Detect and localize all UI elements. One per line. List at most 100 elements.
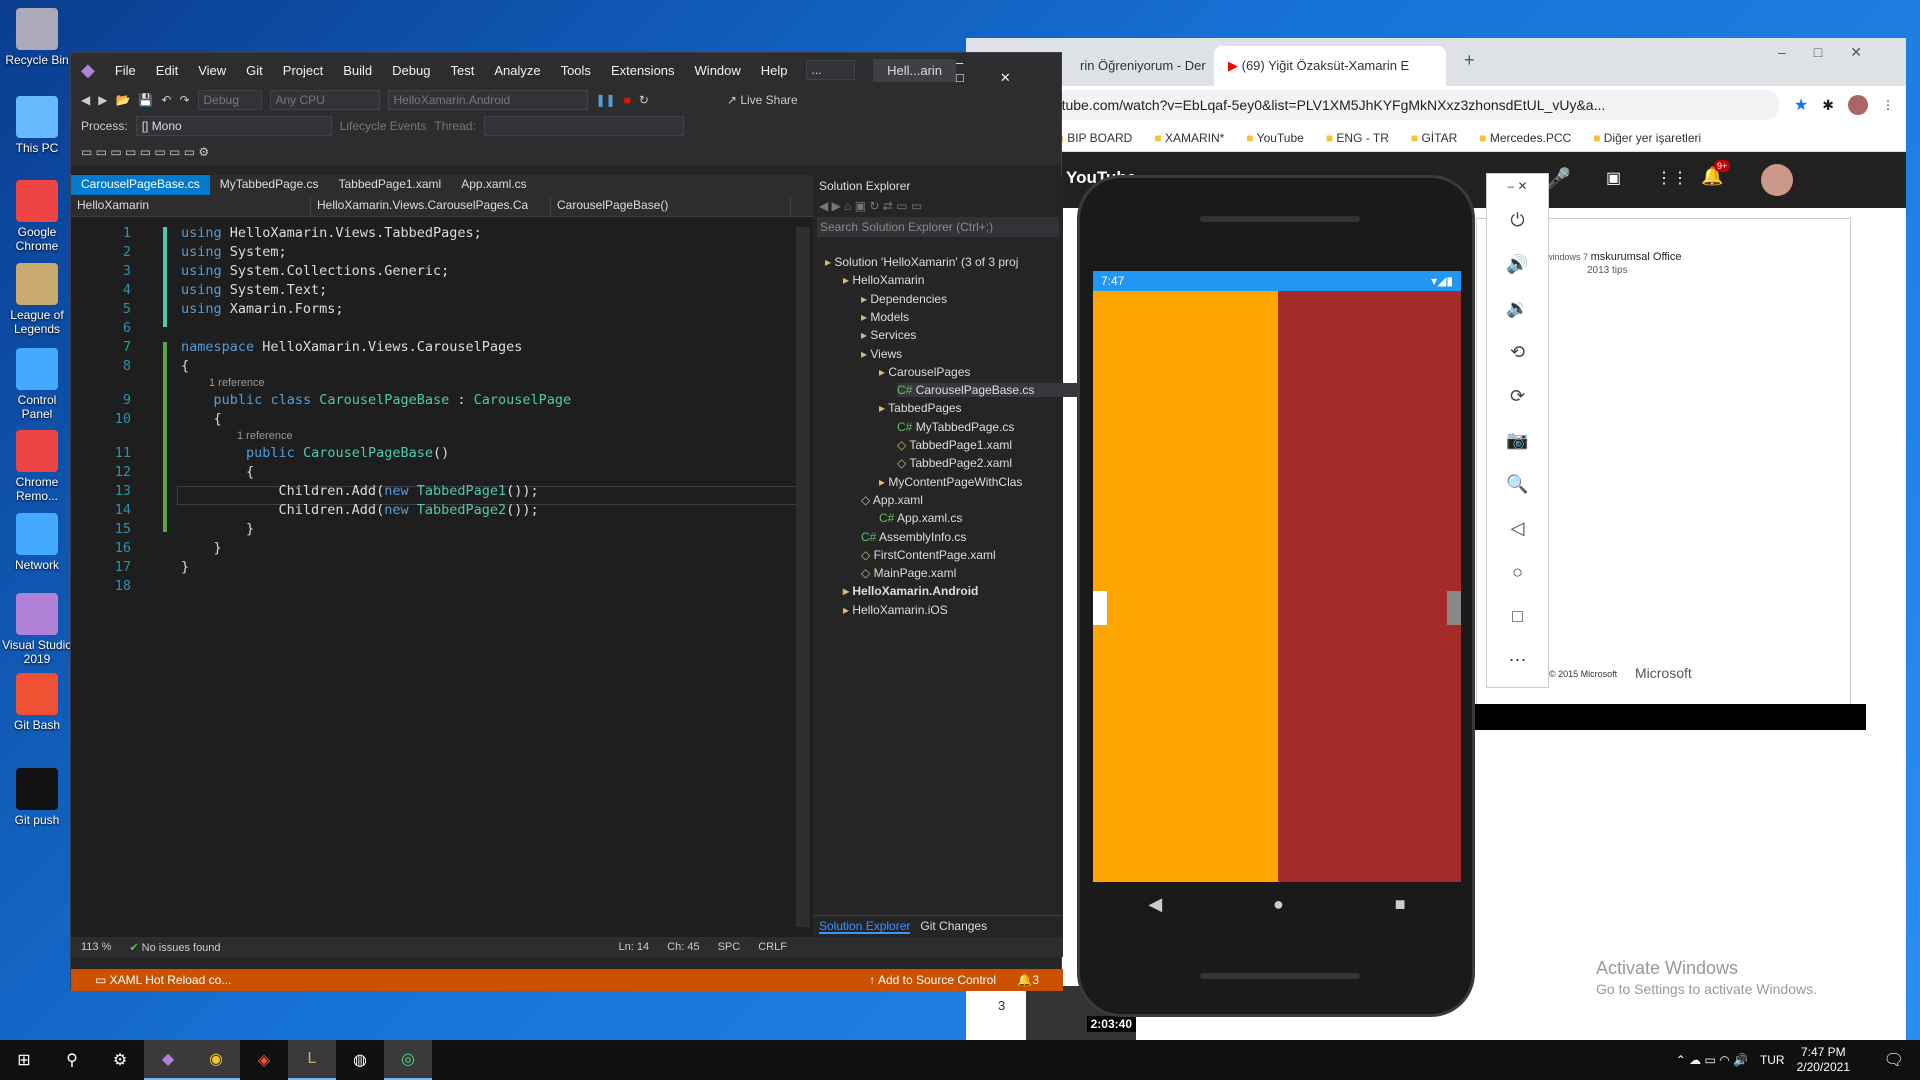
line-endings[interactable]: CRLF: [758, 941, 787, 953]
toolbar-icons[interactable]: ▭ ▭ ▭ ▭ ▭ ▭ ▭ ▭ ⚙: [81, 145, 209, 159]
solution-tree-item[interactable]: ▸ TabbedPages: [879, 401, 962, 415]
yt-avatar[interactable]: [1761, 164, 1793, 196]
bookmark-item[interactable]: XAMARIN*: [1154, 131, 1224, 145]
desktop-icon[interactable]: Recycle Bin: [2, 8, 72, 67]
taskbar-app-git[interactable]: ◈: [240, 1040, 288, 1080]
tab-solution-explorer[interactable]: Solution Explorer: [819, 919, 911, 934]
code-line[interactable]: using Xamarin.Forms;: [181, 301, 344, 317]
code-line[interactable]: public class CarouselPageBase : Carousel…: [181, 392, 572, 408]
code-line[interactable]: Children.Add(new TabbedPage1());: [181, 483, 539, 499]
pause-icon[interactable]: ❚❚: [596, 93, 616, 107]
toolbar-window-controls[interactable]: – ✕: [1487, 174, 1548, 198]
menu-item[interactable]: Edit: [146, 63, 188, 78]
search-button[interactable]: ⚲: [48, 1040, 96, 1080]
home-nav-icon[interactable]: ●: [1273, 894, 1284, 915]
bookmark-item[interactable]: Diğer yer işaretleri: [1593, 131, 1701, 145]
codelens-reference[interactable]: 1 reference: [237, 430, 293, 442]
vs-search-box[interactable]: ...: [805, 60, 856, 80]
config-dropdown[interactable]: Debug: [197, 90, 262, 110]
extensions-icon[interactable]: ✱: [1822, 97, 1834, 114]
codelens-reference[interactable]: 1 reference: [209, 377, 265, 389]
taskbar-app-emulator[interactable]: ◎: [384, 1040, 432, 1080]
notifications-button[interactable]: 🔔3: [1017, 973, 1039, 987]
solution-tree-item[interactable]: ▸ HelloXamarin: [843, 273, 924, 287]
home-icon[interactable]: ○: [1487, 550, 1548, 594]
recents-nav-icon[interactable]: ■: [1395, 894, 1406, 915]
more-icon[interactable]: ⋯: [1487, 638, 1548, 682]
menu-item[interactable]: Help: [751, 63, 798, 78]
solution-tree-item[interactable]: ▸ Services: [861, 328, 916, 342]
member-nav-dropdown[interactable]: CarouselPageBase(): [551, 195, 791, 216]
menu-icon[interactable]: ⋮: [1882, 98, 1894, 112]
camera-icon[interactable]: 📷: [1487, 418, 1548, 462]
solution-tree-item[interactable]: C# MyTabbedPage.cs: [897, 420, 1014, 434]
menu-item[interactable]: Test: [440, 63, 484, 78]
solution-tree-item[interactable]: ▸ HelloXamarin.Android: [843, 584, 978, 598]
taskbar-app-chrome[interactable]: ◉: [192, 1040, 240, 1080]
bookmark-star-icon[interactable]: ★: [1794, 95, 1808, 115]
bookmark-item[interactable]: BIP BOARD: [1057, 131, 1132, 145]
code-line[interactable]: }: [181, 559, 189, 575]
menu-item[interactable]: Project: [273, 63, 333, 78]
menu-item[interactable]: Window: [685, 63, 751, 78]
doc-tab[interactable]: MyTabbedPage.cs: [210, 175, 329, 195]
code-line[interactable]: }: [181, 521, 254, 537]
desktop-icon[interactable]: Chrome Remo...: [2, 430, 72, 503]
code-line[interactable]: using HelloXamarin.Views.TabbedPages;: [181, 225, 482, 241]
carousel-page-red[interactable]: [1278, 291, 1461, 882]
solution-tree-item[interactable]: C# App.xaml.cs: [879, 511, 962, 525]
emulator-screen[interactable]: 7:47 ▾◢▮: [1093, 271, 1461, 882]
menu-item[interactable]: Analyze: [484, 63, 550, 78]
indent-mode[interactable]: SPC: [718, 941, 741, 953]
process-dropdown[interactable]: [] Mono: [135, 116, 332, 136]
solution-tree-item[interactable]: ▸ CarouselPages: [879, 365, 970, 379]
vs-window-controls[interactable]: –□✕: [956, 55, 1061, 86]
lifecycle-events[interactable]: Lifecycle Events: [340, 119, 427, 133]
power-icon[interactable]: ⏻: [1487, 198, 1548, 242]
code-line[interactable]: public CarouselPageBase(): [181, 445, 449, 461]
volume-up-icon[interactable]: 🔊: [1487, 242, 1548, 286]
clock[interactable]: 7:47 PM 2/20/2021: [1797, 1045, 1850, 1075]
live-share-button[interactable]: ↗ Live Share: [727, 93, 798, 107]
menu-item[interactable]: View: [188, 63, 236, 78]
doc-tab[interactable]: App.xaml.cs: [451, 175, 536, 195]
desktop-icon[interactable]: Network: [2, 513, 72, 572]
apps-icon[interactable]: ⋮⋮: [1656, 168, 1688, 188]
startup-project-dropdown[interactable]: HelloXamarin.Android: [387, 90, 588, 110]
doc-tab[interactable]: TabbedPage1.xaml: [328, 175, 451, 195]
undo-icon[interactable]: ↶: [161, 93, 171, 107]
doc-tab[interactable]: CarouselPageBase.cs: [71, 175, 210, 195]
solution-tree-item[interactable]: ◇ MainPage.xaml: [861, 566, 956, 580]
tab-git-changes[interactable]: Git Changes: [920, 919, 987, 934]
create-video-icon[interactable]: ▣: [1606, 168, 1621, 188]
mic-icon[interactable]: 🎤: [1546, 166, 1571, 191]
desktop-icon[interactable]: Control Panel: [2, 348, 72, 421]
menu-item[interactable]: File: [105, 63, 146, 78]
solution-tree-item[interactable]: ▸ Models: [861, 310, 909, 324]
type-nav-dropdown[interactable]: HelloXamarin.Views.CarouselPages.Ca: [311, 195, 551, 216]
menu-item[interactable]: Tools: [551, 63, 601, 78]
desktop-icon[interactable]: League of Legends: [2, 263, 72, 336]
solution-tree-item[interactable]: ▸ MyContentPageWithClas: [879, 475, 1022, 489]
volume-down-icon[interactable]: 🔉: [1487, 286, 1548, 330]
back-icon[interactable]: ◁: [1487, 506, 1548, 550]
solution-tree-item[interactable]: ◇ TabbedPage2.xaml: [897, 456, 1012, 470]
stop-icon[interactable]: ■: [624, 93, 631, 107]
bookmark-item[interactable]: ENG - TR: [1326, 131, 1388, 145]
open-icon[interactable]: 📂: [115, 93, 130, 107]
bookmark-item[interactable]: Mercedes.PCC: [1479, 131, 1571, 145]
solution-tree-item[interactable]: ▸ Solution 'HelloXamarin' (3 of 3 proj: [825, 255, 1018, 269]
bookmark-item[interactable]: GİTAR: [1411, 131, 1457, 145]
save-icon[interactable]: 💾: [138, 93, 153, 107]
overview-icon[interactable]: □: [1487, 594, 1548, 638]
platform-dropdown[interactable]: Any CPU: [269, 90, 380, 110]
desktop-icon[interactable]: This PC: [2, 96, 72, 155]
solution-tree-item[interactable]: ▸ HelloXamarin.iOS: [843, 603, 948, 617]
profile-avatar[interactable]: [1848, 95, 1868, 115]
rotate-right-icon[interactable]: ⟳: [1487, 374, 1548, 418]
issues-indicator[interactable]: ✔ No issues found: [129, 941, 220, 954]
code-line[interactable]: using System;: [181, 244, 287, 260]
code-line[interactable]: }: [181, 540, 222, 556]
solution-tree-item[interactable]: ◇ App.xaml: [861, 493, 923, 507]
solution-tree-item[interactable]: ◇ TabbedPage1.xaml: [897, 438, 1012, 452]
